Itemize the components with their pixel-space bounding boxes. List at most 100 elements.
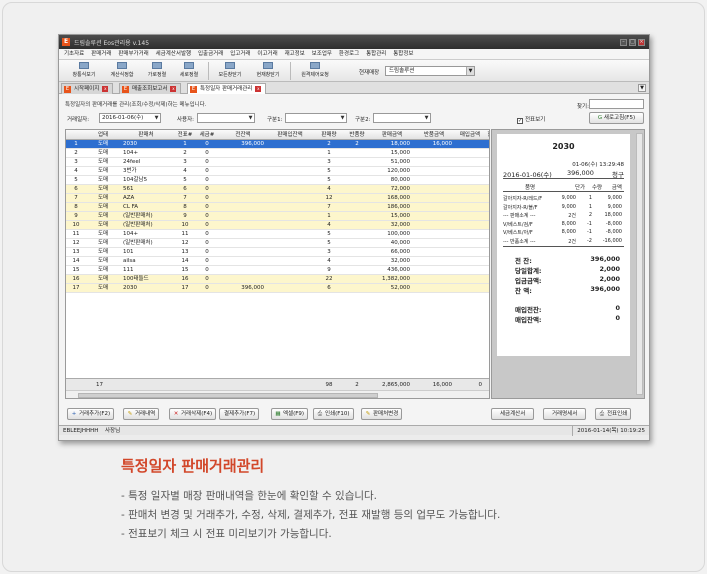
col-header[interactable]: 매입금액 <box>454 130 486 140</box>
cell-type: 도매 <box>97 141 109 147</box>
grid-horizontal-scrollbar[interactable] <box>66 390 489 398</box>
table-row[interactable]: 17 도매 2030 17 0 396,000 6 52,000 <box>66 284 489 293</box>
receipt-item-name: --- 판매소계 --- <box>503 213 536 219</box>
minimize-icon[interactable]: – <box>620 39 627 46</box>
user-select[interactable]: ▼ <box>197 113 255 123</box>
change-customer-button[interactable]: ✎ 판매처변경 <box>361 408 403 420</box>
col-header[interactable]: 전표# <box>174 130 196 140</box>
category1-select[interactable]: ▼ <box>285 113 347 123</box>
toolbar-remote-button[interactable]: 원격제어요청 <box>295 62 335 80</box>
cell-sale: 1,382,000 <box>382 276 410 282</box>
print-slip-button[interactable]: ⎙ 전표인쇄 <box>595 408 632 420</box>
tab-start-page[interactable]: E 시작페이지 x <box>61 83 114 94</box>
table-row[interactable]: 15 도매 111 15 0 9 436,000 <box>66 266 489 275</box>
tax-invoice-button[interactable]: 세금계산서 <box>491 408 535 420</box>
table-row[interactable]: 4 도매 3번가 4 0 5 120,000 <box>66 167 489 176</box>
cell-name: 2030 <box>123 141 137 147</box>
tab-list-dropdown[interactable]: ▼ <box>638 84 646 92</box>
col-header[interactable]: 전잔액 <box>222 130 264 140</box>
panel-description: 특정일자의 판매거래를 관리(조회/수정/삭제)하는 메뉴입니다. <box>65 102 207 108</box>
table-row[interactable]: 2 도매 104+ 2 0 1 15,000 <box>66 149 489 158</box>
table-row[interactable]: 5 도매 104갈남5 5 0 5 80,000 <box>66 176 489 185</box>
col-header[interactable]: 판매처 <box>121 130 171 140</box>
tab-close-icon[interactable]: x <box>170 86 177 92</box>
refresh-button[interactable]: G 새로고침(F5) <box>589 112 644 124</box>
transaction-history-button[interactable]: ✎ 거래내역 <box>123 408 160 420</box>
table-row[interactable]: 7 도매 AZA 7 0 12 168,000 <box>66 194 489 203</box>
cell-slip: 2 <box>183 150 187 156</box>
menu-item-stock-in[interactable]: 입고거래 <box>230 49 250 60</box>
close-icon[interactable]: × <box>638 39 645 46</box>
receipt-summary-label: 잔 액: <box>515 287 532 295</box>
menu-item-cash[interactable]: 입출금거래 <box>198 49 223 60</box>
preview-checkbox[interactable]: ✓ 전표보기 <box>517 115 545 124</box>
receipt-vertical-scrollbar[interactable] <box>636 133 643 395</box>
table-row[interactable]: 16 도매 100태들드 16 0 22 1,382,000 <box>66 275 489 284</box>
menu-item-integrated-info[interactable]: 통합정보 <box>393 49 413 60</box>
receipt-item-price: 2건 <box>568 213 576 219</box>
menu-item-env-log[interactable]: 환경로그 <box>339 49 359 60</box>
menu-item-transfer[interactable]: 이고거래 <box>257 49 277 60</box>
menu-item-sales[interactable]: 판매거래 <box>91 49 111 60</box>
menu-item-basic-data[interactable]: 기초자료 <box>64 49 84 60</box>
tab-close-icon[interactable]: x <box>102 86 109 92</box>
cell-tax: 0 <box>205 177 209 183</box>
search-input[interactable] <box>589 99 644 109</box>
table-row[interactable]: 8 도매 CL FA 8 0 7 186,000 <box>66 203 489 212</box>
statement-button[interactable]: 거래명세서 <box>543 408 587 420</box>
date-picker[interactable]: 2016-01-06(수) ▼ <box>99 113 161 123</box>
add-transaction-button[interactable]: + 거래추가(F2) <box>67 408 115 420</box>
scrollbar-thumb[interactable] <box>78 393 378 398</box>
col-header[interactable]: 판매입잔액 <box>266 130 314 140</box>
table-row[interactable]: 1 도매 2030 1 0 396,000 2 2 18,000 16,000 <box>66 140 489 149</box>
cell-type: 도매 <box>97 204 109 210</box>
checkbox-checked-icon[interactable]: ✓ <box>517 118 523 124</box>
cell-no: 4 <box>74 168 78 174</box>
cell-tax: 0 <box>205 258 209 264</box>
table-row[interactable]: 12 도매 (일반판매처) 12 0 5 40,000 <box>66 239 489 248</box>
col-header[interactable]: 세금# <box>196 130 218 140</box>
toolbar-horizontal-button[interactable]: 가로정렬 <box>143 62 171 80</box>
maximize-icon[interactable]: □ <box>629 39 636 46</box>
table-row[interactable]: 14 도매 ailsa 14 0 4 32,000 <box>66 257 489 266</box>
add-payment-button[interactable]: 결제추가(F7) <box>219 408 260 420</box>
table-row[interactable]: 13 도매 101 13 0 3 66,000 <box>66 248 489 257</box>
menu-item-tax-invoice[interactable]: 세금계산서발행 <box>156 49 191 60</box>
cell-type: 도매 <box>97 159 109 165</box>
cell-sale: 40,000 <box>390 240 410 246</box>
table-row[interactable]: 9 도매 (일반판매처) 9 0 1 15,000 <box>66 212 489 221</box>
toolbar-close-current-button[interactable]: 현재창닫기 <box>251 62 285 80</box>
receipt-amount: 396,000 <box>567 169 594 177</box>
table-row[interactable]: 6 도매 561 6 0 4 72,000 <box>66 185 489 194</box>
tab-close-icon[interactable]: x <box>255 86 262 92</box>
cell-name: 100태들드 <box>123 276 149 282</box>
toolbar-window-view-button[interactable]: 창통식보기 <box>67 62 101 80</box>
current-shop-select[interactable]: 드림솔루션 ▼ <box>385 66 475 76</box>
tab-daily-sales[interactable]: E 특정일자 판매거래관리 x <box>187 83 267 94</box>
menu-item-support[interactable]: 보조업무 <box>312 49 332 60</box>
col-header[interactable]: 업태 <box>92 130 114 140</box>
cell-sale: 32,000 <box>390 258 410 264</box>
toolbar-vertical-button[interactable]: 세로정렬 <box>175 62 203 80</box>
col-header[interactable]: 판매량 <box>316 130 342 140</box>
cell-qty: 12 <box>325 195 333 201</box>
col-header[interactable]: 반품금액 <box>414 130 454 140</box>
tab-sales-report[interactable]: E 매출조회보고서 x <box>119 83 182 94</box>
delete-transaction-button[interactable]: ✕ 거래삭제(F4) <box>169 408 217 420</box>
toolbar-close-all-button[interactable]: 모든창닫기 <box>213 62 247 80</box>
col-header[interactable]: 할 <box>486 130 489 140</box>
print-button[interactable]: ⎙ 인쇄(F10) <box>313 408 354 420</box>
cell-slip: 13 <box>181 249 189 255</box>
excel-button[interactable]: ▦ 엑셀(F9) <box>271 408 309 420</box>
toolbar-calc-button[interactable]: 계산식정합 <box>105 62 139 80</box>
table-row[interactable]: 11 도매 104+ 11 0 5 100,000 <box>66 230 489 239</box>
table-row[interactable]: 3 도매 24feel 3 0 3 51,000 <box>66 158 489 167</box>
col-header[interactable]: 판매금액 <box>372 130 412 140</box>
menu-item-inventory[interactable]: 재고정보 <box>285 49 305 60</box>
col-header[interactable]: 반품량 <box>344 130 370 140</box>
menu-item-integrated-mgmt[interactable]: 통합관리 <box>366 49 386 60</box>
table-row[interactable]: 10 도매 (일반판매처) 10 0 4 32,000 <box>66 221 489 230</box>
menu-item-sales-extra[interactable]: 판매부가거래 <box>118 49 148 60</box>
category2-select[interactable]: ▼ <box>373 113 431 123</box>
category1-label: 구분1: <box>267 117 283 123</box>
